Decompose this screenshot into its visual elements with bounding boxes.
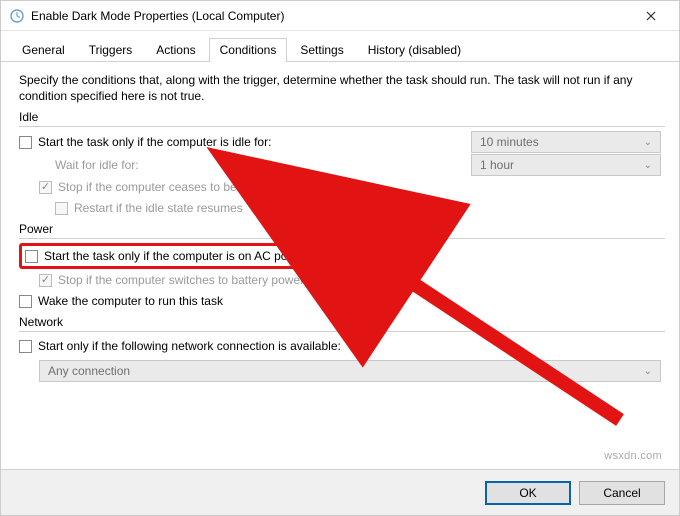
tab-conditions[interactable]: Conditions (209, 38, 288, 62)
tab-history[interactable]: History (disabled) (357, 38, 472, 62)
section-idle-label: Idle (19, 110, 665, 124)
tab-strip: General Triggers Actions Conditions Sett… (1, 31, 679, 62)
label-restart-if-idle: Restart if the idle state resumes (74, 201, 243, 215)
chevron-down-icon: ⌄ (644, 160, 652, 171)
cancel-button[interactable]: Cancel (579, 481, 665, 505)
checkbox-start-if-net[interactable] (19, 340, 32, 353)
titlebar: Enable Dark Mode Properties (Local Compu… (1, 1, 679, 31)
task-scheduler-icon (9, 8, 25, 24)
label-wait-for-idle: Wait for idle for: (55, 158, 139, 172)
combo-network-connection[interactable]: Any connection ⌄ (39, 360, 661, 382)
dialog-footer: OK Cancel (1, 469, 679, 515)
checkbox-start-on-ac[interactable] (25, 250, 38, 263)
properties-dialog: Enable Dark Mode Properties (Local Compu… (0, 0, 680, 516)
divider (19, 331, 665, 332)
checkbox-stop-on-battery: ✓ (39, 274, 52, 287)
tab-actions[interactable]: Actions (145, 38, 206, 62)
ok-button[interactable]: OK (485, 481, 571, 505)
intro-text: Specify the conditions that, along with … (19, 72, 665, 104)
chevron-down-icon: ⌄ (644, 137, 652, 148)
combo-idle-duration-value: 10 minutes (480, 135, 539, 149)
combo-wait-duration[interactable]: 1 hour ⌄ (471, 154, 661, 176)
checkbox-stop-if-not-idle: ✓ (39, 181, 52, 194)
section-power-label: Power (19, 222, 665, 236)
highlighted-option: Start the task only if the computer is o… (19, 243, 313, 269)
label-wake-to-run: Wake the computer to run this task (38, 294, 223, 308)
tab-general[interactable]: General (11, 38, 76, 62)
label-start-on-ac: Start the task only if the computer is o… (44, 249, 307, 263)
close-button[interactable] (631, 1, 671, 31)
tab-triggers[interactable]: Triggers (78, 38, 144, 62)
window-title: Enable Dark Mode Properties (Local Compu… (31, 9, 631, 23)
label-start-if-net: Start only if the following network conn… (38, 339, 341, 353)
checkbox-wake-to-run[interactable] (19, 295, 32, 308)
checkbox-restart-if-idle (55, 202, 68, 215)
combo-network-value: Any connection (48, 364, 130, 378)
divider (19, 126, 665, 127)
tab-settings[interactable]: Settings (289, 38, 354, 62)
combo-wait-duration-value: 1 hour (480, 158, 514, 172)
combo-idle-duration[interactable]: 10 minutes ⌄ (471, 131, 661, 153)
close-icon (646, 11, 656, 21)
divider (19, 238, 665, 239)
chevron-down-icon: ⌄ (644, 366, 652, 377)
checkbox-start-if-idle[interactable] (19, 136, 32, 149)
label-stop-if-not-idle: Stop if the computer ceases to be idle (58, 180, 259, 194)
content-area: Specify the conditions that, along with … (1, 62, 679, 469)
label-stop-on-battery: Stop if the computer switches to battery… (58, 273, 304, 287)
label-start-if-idle: Start the task only if the computer is i… (38, 135, 271, 149)
section-network-label: Network (19, 315, 665, 329)
